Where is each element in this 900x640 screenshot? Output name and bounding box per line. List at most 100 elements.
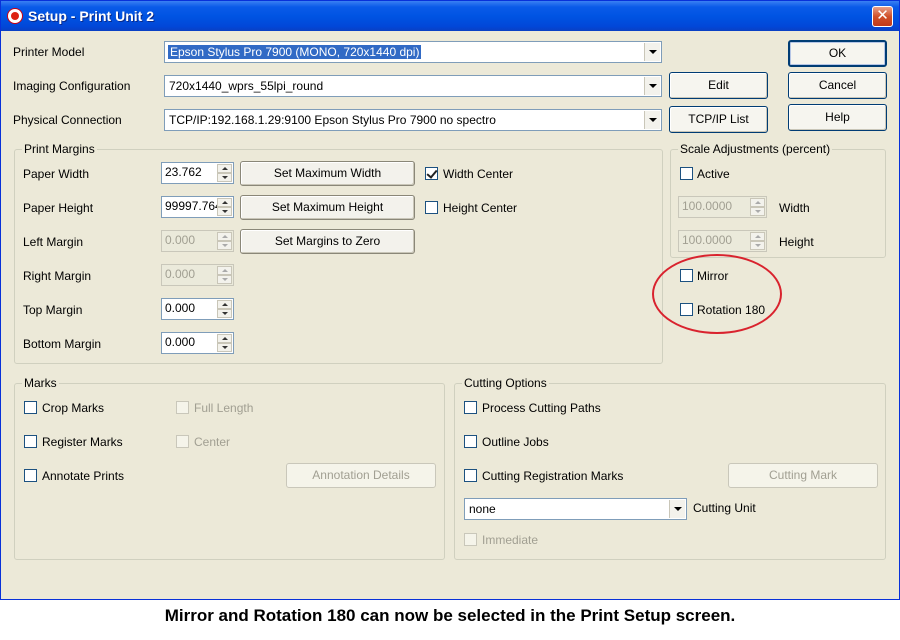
app-icon bbox=[7, 8, 23, 24]
highlight-circle bbox=[652, 254, 782, 334]
screenshot-caption: Mirror and Rotation 180 can now be selec… bbox=[164, 606, 736, 625]
printer-model-select[interactable]: Epson Stylus Pro 7900 (MONO, 720x1440 dp… bbox=[164, 41, 662, 63]
center-label: Center bbox=[194, 435, 231, 449]
chevron-down-icon[interactable] bbox=[644, 111, 660, 129]
cutting-mark-button[interactable]: Cutting Mark bbox=[728, 463, 878, 488]
cancel-button[interactable]: Cancel bbox=[788, 72, 887, 99]
chevron-down-icon[interactable] bbox=[644, 43, 660, 61]
chevron-down-icon[interactable] bbox=[644, 77, 660, 95]
physical-connection-select[interactable]: TCP/IP:192.168.1.29:9100 Epson Stylus Pr… bbox=[164, 109, 662, 131]
spin-down-icon bbox=[750, 207, 765, 216]
outline-jobs-checkbox[interactable] bbox=[464, 435, 477, 448]
left-margin-input[interactable]: 0.000 bbox=[161, 230, 234, 252]
cutting-unit-value: none bbox=[469, 502, 496, 516]
paper-width-label: Paper Width bbox=[23, 167, 90, 181]
physical-connection-label: Physical Connection bbox=[13, 113, 122, 127]
outline-jobs-label: Outline Jobs bbox=[482, 435, 549, 449]
immediate-checkbox[interactable] bbox=[464, 533, 477, 546]
spin-up-icon bbox=[750, 232, 765, 241]
scale-width-label: Width bbox=[779, 201, 810, 215]
physical-connection-value: TCP/IP:192.168.1.29:9100 Epson Stylus Pr… bbox=[169, 113, 496, 127]
help-button[interactable]: Help bbox=[788, 104, 887, 131]
title-bar[interactable]: Setup - Print Unit 2 ✕ bbox=[1, 1, 899, 31]
scale-width-value: 100.0000 bbox=[682, 199, 733, 213]
spin-up-icon bbox=[750, 198, 765, 207]
cutting-unit-label: Cutting Unit bbox=[693, 501, 756, 515]
set-maximum-height-button[interactable]: Set Maximum Height bbox=[240, 195, 415, 220]
spin-up-icon bbox=[217, 232, 232, 241]
bottom-margin-label: Bottom Margin bbox=[23, 337, 102, 351]
spin-down-icon[interactable] bbox=[217, 343, 232, 352]
width-center-checkbox[interactable] bbox=[425, 167, 438, 180]
paper-height-input[interactable]: 99997.764 bbox=[161, 196, 234, 218]
cutting-unit-select[interactable]: none bbox=[464, 498, 687, 520]
right-margin-value: 0.000 bbox=[165, 267, 196, 281]
bottom-margin-input[interactable]: 0.000 bbox=[161, 332, 234, 354]
scale-active-checkbox[interactable] bbox=[680, 167, 693, 180]
printer-model-label: Printer Model bbox=[13, 45, 85, 59]
cutting-options-title: Cutting Options bbox=[462, 376, 549, 390]
print-margins-title: Print Margins bbox=[22, 142, 97, 156]
spin-down-icon[interactable] bbox=[217, 173, 232, 182]
paper-height-value: 99997.764 bbox=[165, 199, 222, 213]
scale-height-input[interactable]: 100.0000 bbox=[678, 230, 767, 252]
spin-up-icon[interactable] bbox=[217, 300, 232, 309]
edit-button[interactable]: Edit bbox=[669, 72, 768, 99]
spin-up-icon[interactable] bbox=[217, 198, 232, 207]
spin-up-icon[interactable] bbox=[217, 164, 232, 173]
scale-active-label: Active bbox=[697, 167, 730, 181]
spin-down-icon bbox=[217, 275, 232, 284]
tcpip-list-button[interactable]: TCP/IP List bbox=[669, 106, 768, 133]
close-button[interactable]: ✕ bbox=[872, 6, 893, 27]
scale-width-input[interactable]: 100.0000 bbox=[678, 196, 767, 218]
window-title: Setup - Print Unit 2 bbox=[28, 8, 154, 24]
scale-height-value: 100.0000 bbox=[682, 233, 733, 247]
right-margin-input[interactable]: 0.000 bbox=[161, 264, 234, 286]
height-center-checkbox[interactable] bbox=[425, 201, 438, 214]
spin-up-icon bbox=[217, 266, 232, 275]
cutting-registration-marks-checkbox[interactable] bbox=[464, 469, 477, 482]
scale-height-label: Height bbox=[779, 235, 814, 249]
spin-down-icon bbox=[217, 241, 232, 250]
immediate-label: Immediate bbox=[482, 533, 539, 547]
spin-down-icon[interactable] bbox=[217, 309, 232, 318]
spin-down-icon[interactable] bbox=[217, 207, 232, 216]
right-margin-label: Right Margin bbox=[23, 269, 92, 283]
register-marks-checkbox[interactable] bbox=[24, 435, 37, 448]
paper-height-label: Paper Height bbox=[23, 201, 94, 215]
imaging-config-value: 720x1440_wprs_55lpi_round bbox=[169, 79, 324, 93]
annotate-prints-checkbox[interactable] bbox=[24, 469, 37, 482]
top-margin-label: Top Margin bbox=[23, 303, 83, 317]
ok-button[interactable]: OK bbox=[788, 40, 887, 67]
left-margin-value: 0.000 bbox=[165, 233, 196, 247]
marks-title: Marks bbox=[22, 376, 59, 390]
set-margins-to-zero-button[interactable]: Set Margins to Zero bbox=[240, 229, 415, 254]
top-margin-value: 0.000 bbox=[165, 301, 196, 315]
register-marks-label: Register Marks bbox=[42, 435, 123, 449]
scale-adjustments-title: Scale Adjustments (percent) bbox=[678, 142, 833, 156]
crop-marks-checkbox[interactable] bbox=[24, 401, 37, 414]
full-length-checkbox[interactable] bbox=[176, 401, 189, 414]
process-cutting-paths-label: Process Cutting Paths bbox=[482, 401, 601, 415]
paper-width-value: 23.762 bbox=[165, 165, 202, 179]
spin-down-icon bbox=[750, 241, 765, 250]
imaging-config-select[interactable]: 720x1440_wprs_55lpi_round bbox=[164, 75, 662, 97]
set-maximum-width-button[interactable]: Set Maximum Width bbox=[240, 161, 415, 186]
annotation-details-button[interactable]: Annotation Details bbox=[286, 463, 436, 488]
printer-model-value: Epson Stylus Pro 7900 (MONO, 720x1440 dp… bbox=[168, 45, 422, 59]
process-cutting-paths-checkbox[interactable] bbox=[464, 401, 477, 414]
annotate-prints-label: Annotate Prints bbox=[42, 469, 125, 483]
chevron-down-icon[interactable] bbox=[669, 500, 685, 518]
imaging-config-label: Imaging Configuration bbox=[13, 79, 131, 93]
height-center-label: Height Center bbox=[443, 201, 518, 215]
paper-width-input[interactable]: 23.762 bbox=[161, 162, 234, 184]
cutting-registration-marks-label: Cutting Registration Marks bbox=[482, 469, 624, 483]
left-margin-label: Left Margin bbox=[23, 235, 84, 249]
center-checkbox[interactable] bbox=[176, 435, 189, 448]
full-length-label: Full Length bbox=[194, 401, 254, 415]
top-margin-input[interactable]: 0.000 bbox=[161, 298, 234, 320]
width-center-label: Width Center bbox=[443, 167, 514, 181]
spin-up-icon[interactable] bbox=[217, 334, 232, 343]
bottom-margin-value: 0.000 bbox=[165, 335, 196, 349]
crop-marks-label: Crop Marks bbox=[42, 401, 105, 415]
